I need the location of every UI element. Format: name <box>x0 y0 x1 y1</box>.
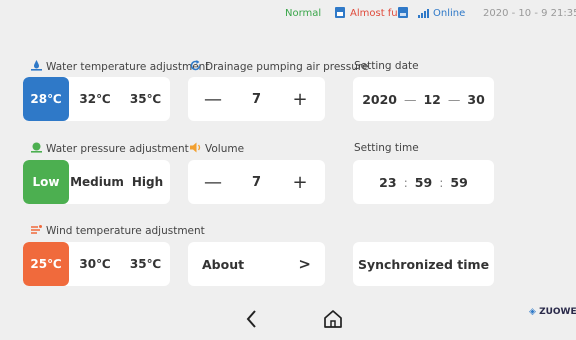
wind-temp-selector[interactable]: 25℃ 30℃ 35℃ <box>23 242 170 286</box>
water-pressure-option-low[interactable]: Low <box>23 160 69 204</box>
volume-increase-button[interactable]: + <box>291 172 309 193</box>
status-normal: Normal <box>285 8 322 19</box>
wind-temp-option-30[interactable]: 30℃ <box>69 242 121 286</box>
brand-name: ZUOWEI <box>539 307 576 317</box>
status-datetime: 2020 - 10 - 9 21:35:46 <box>483 8 576 19</box>
date-picker[interactable]: 2020 — 12 — 30 <box>353 77 494 121</box>
tank-level-icon <box>398 7 408 18</box>
wind-temperature-icon <box>31 225 42 234</box>
date-month[interactable]: 12 <box>423 92 440 107</box>
time-picker[interactable]: 23 : 59 : 59 <box>353 160 494 204</box>
drainage-label-text: Drainage pumping air pressure <box>205 61 369 73</box>
date-day[interactable]: 30 <box>467 92 484 107</box>
water-pressure-label-text: Water pressure adjustment <box>46 143 189 155</box>
about-button[interactable]: About > <box>188 242 325 286</box>
wind-temp-label-text: Wind temperature adjustment <box>46 225 205 237</box>
water-pressure-label: Water pressure adjustment <box>30 141 189 155</box>
volume-stepper: — 7 + <box>188 160 325 204</box>
brand-logo: ◈ ZUOWEI <box>529 307 576 317</box>
status-online: Online <box>433 8 466 19</box>
drainage-stepper: — 7 + <box>188 77 325 121</box>
water-pressure-icon <box>31 142 42 153</box>
water-temp-label-text: Water temperature adjustment <box>46 61 210 73</box>
drainage-increase-button[interactable]: + <box>291 89 309 110</box>
tank-icon <box>335 7 345 18</box>
date-year[interactable]: 2020 <box>362 92 397 107</box>
drainage-label: Drainage pumping air pressure <box>189 59 368 73</box>
wind-temp-option-35[interactable]: 35℃ <box>121 242 170 286</box>
chevron-right-icon: > <box>298 255 311 273</box>
drainage-value: 7 <box>251 91 262 107</box>
volume-value: 7 <box>251 174 262 190</box>
setting-date-label: Setting date <box>354 60 419 72</box>
water-temp-option-28[interactable]: 28℃ <box>23 77 69 121</box>
chevron-left-icon[interactable] <box>243 308 261 330</box>
about-label: About <box>202 256 245 272</box>
volume-label: Volume <box>189 141 244 155</box>
time-separator: : <box>403 174 408 190</box>
sync-label: Synchronized time <box>357 256 490 272</box>
water-temperature-icon <box>31 60 42 71</box>
refresh-pump-icon <box>190 60 201 71</box>
water-pressure-selector[interactable]: Low Medium High <box>23 160 170 204</box>
speaker-icon <box>190 142 201 153</box>
volume-decrease-button[interactable]: — <box>204 172 222 193</box>
water-pressure-option-medium[interactable]: Medium <box>69 160 125 204</box>
water-temp-option-32[interactable]: 32℃ <box>69 77 121 121</box>
time-second[interactable]: 59 <box>450 175 467 190</box>
water-temp-option-35[interactable]: 35℃ <box>121 77 170 121</box>
drainage-decrease-button[interactable]: — <box>204 89 222 110</box>
wind-temp-option-25[interactable]: 25℃ <box>23 242 69 286</box>
brand-mark-icon: ◈ <box>529 307 536 317</box>
water-temp-selector[interactable]: 28℃ 32℃ 35℃ <box>23 77 170 121</box>
date-separator: — <box>403 91 417 107</box>
setting-time-label: Setting time <box>354 142 419 154</box>
status-almost-full: Almost full <box>350 8 404 19</box>
date-separator: — <box>447 91 461 107</box>
water-pressure-option-high[interactable]: High <box>125 160 170 204</box>
water-temp-label: Water temperature adjustment <box>30 59 209 73</box>
volume-label-text: Volume <box>205 143 245 155</box>
synchronize-time-button[interactable]: Synchronized time <box>353 242 494 286</box>
time-hour[interactable]: 23 <box>379 175 396 190</box>
time-minute[interactable]: 59 <box>415 175 432 190</box>
time-separator: : <box>439 174 444 190</box>
wind-temp-label: Wind temperature adjustment <box>30 223 205 237</box>
signal-icon <box>418 9 430 18</box>
home-icon[interactable] <box>322 308 344 330</box>
